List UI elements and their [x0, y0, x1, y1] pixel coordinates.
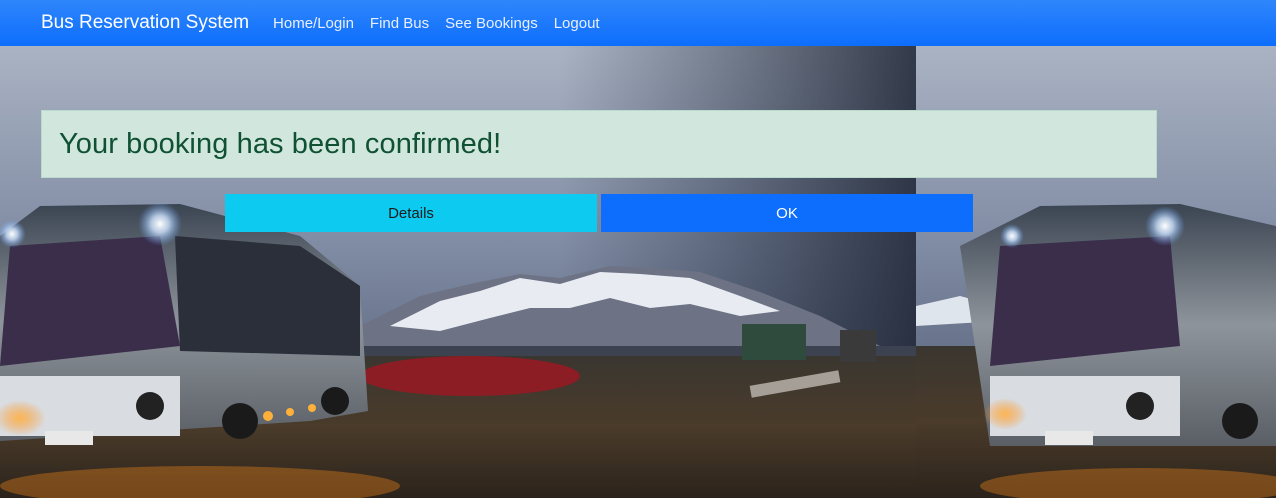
- nav-link-home-login[interactable]: Home/Login: [273, 15, 354, 32]
- nav-link-see-bookings[interactable]: See Bookings: [445, 15, 538, 32]
- alert-message: Your booking has been confirmed!: [59, 127, 502, 160]
- booking-confirmed-alert: Your booking has been confirmed!: [41, 110, 1157, 178]
- ok-button[interactable]: OK: [601, 194, 973, 232]
- details-button[interactable]: Details: [225, 194, 597, 232]
- navbar: Bus Reservation System Home/Login Find B…: [0, 0, 1276, 46]
- nav-link-find-bus[interactable]: Find Bus: [370, 15, 429, 32]
- nav-link-logout[interactable]: Logout: [554, 15, 600, 32]
- navbar-brand[interactable]: Bus Reservation System: [41, 12, 249, 34]
